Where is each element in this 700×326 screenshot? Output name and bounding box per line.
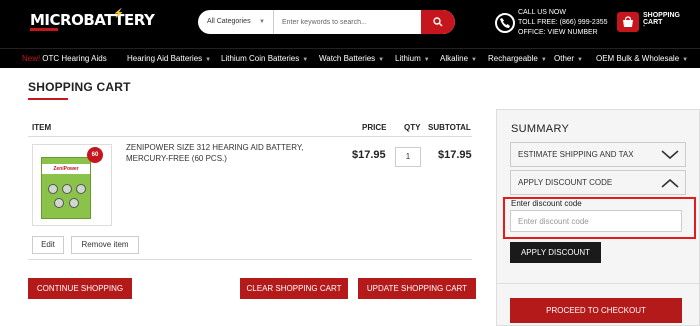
nav-item-label: Lithium xyxy=(395,54,421,63)
site-logo[interactable]: MICROBATTERY xyxy=(30,11,155,29)
cart-icon[interactable] xyxy=(617,12,639,32)
cart-label[interactable]: SHOPPING CART xyxy=(643,12,700,26)
nav-item-oem-bulk-wholesale[interactable]: OEM Bulk & Wholesale ▼ xyxy=(596,49,688,69)
column-header-subtotal: SUBTOTAL xyxy=(428,123,471,132)
cart-count: - xyxy=(643,23,646,30)
contact-office[interactable]: OFFICE: VIEW NUMBER xyxy=(518,28,608,38)
new-badge: New! xyxy=(22,54,41,63)
battery-cell xyxy=(48,184,58,194)
column-header-qty: QTY xyxy=(404,123,421,132)
product-brand: ZeniPower xyxy=(42,164,90,174)
product-price: $17.95 xyxy=(352,149,386,161)
battery-cell xyxy=(69,198,79,208)
continue-shopping-button[interactable]: CONTINUE SHOPPING xyxy=(28,278,132,299)
page-title: SHOPPING CART xyxy=(28,80,131,94)
chevron-down-icon: ▼ xyxy=(577,57,583,63)
chevron-up-icon xyxy=(661,178,679,188)
logo-bolt-icon: ⚡ xyxy=(113,8,125,18)
title-underline xyxy=(28,98,68,100)
pack-count-badge: 60 xyxy=(87,147,103,163)
estimate-shipping-label: ESTIMATE SHIPPING AND TAX xyxy=(518,150,634,159)
contact-line-1: CALL US NOW xyxy=(518,9,566,16)
nav-item-label: Other xyxy=(554,54,575,63)
nav-item-watch-batteries[interactable]: Watch Batteries ▼ xyxy=(319,49,384,69)
update-cart-button[interactable]: UPDATE SHOPPING CART xyxy=(358,278,476,299)
search-bar: All Categories ▼ xyxy=(198,10,455,34)
logo-underline xyxy=(30,28,58,31)
column-header-item: ITEM xyxy=(32,123,52,132)
nav-item-label: Alkaline xyxy=(440,54,469,63)
category-select[interactable]: All Categories ▼ xyxy=(198,10,274,34)
product-box: ZeniPower xyxy=(41,157,91,219)
chevron-down-icon: ▼ xyxy=(682,57,689,63)
nav-item-alkaline[interactable]: Alkaline ▼ xyxy=(440,49,477,69)
summary-divider xyxy=(496,283,700,284)
search-button[interactable] xyxy=(421,10,455,34)
proceed-to-checkout-button[interactable]: PROCEED TO CHECKOUT xyxy=(510,298,682,323)
summary-title: SUMMARY xyxy=(511,123,570,135)
search-input[interactable] xyxy=(274,10,422,34)
battery-cell xyxy=(54,198,64,208)
contact-phone[interactable]: TOLL FREE: (866) 999-2355 xyxy=(518,18,608,28)
nav-item-otc-hearing-aids[interactable]: New! OTC Hearing Aids xyxy=(22,49,107,69)
quantity-input[interactable]: 1 xyxy=(395,147,421,167)
product-subtotal: $17.95 xyxy=(438,149,472,161)
nav-item-label: Hearing Aid Batteries xyxy=(127,54,203,63)
nav-item-label: Rechargeable xyxy=(488,54,538,63)
estimate-shipping-toggle[interactable]: ESTIMATE SHIPPING AND TAX xyxy=(510,142,686,167)
nav-item-label: Lithium Coin Batteries xyxy=(221,54,300,63)
chevron-down-icon: ▼ xyxy=(259,19,265,25)
product-image[interactable]: ZeniPower 60 xyxy=(32,144,112,226)
remove-item-button[interactable]: Remove item xyxy=(71,236,139,254)
row-divider xyxy=(28,259,472,260)
battery-cell xyxy=(76,184,86,194)
clear-cart-button[interactable]: CLEAR SHOPPING CART xyxy=(240,278,348,299)
discount-field-label: Enter discount code xyxy=(511,199,582,208)
site-header: MICROBATTERY ⚡ All Categories ▼ CALL US … xyxy=(0,0,700,48)
nav-item-lithium[interactable]: Lithium ▼ xyxy=(395,49,430,69)
chevron-down-icon: ▼ xyxy=(423,57,430,63)
category-select-label: All Categories xyxy=(207,18,251,25)
column-header-price: PRICE xyxy=(362,123,387,132)
nav-item-rechargeable[interactable]: Rechargeable ▼ xyxy=(488,49,547,69)
chevron-down-icon: ▼ xyxy=(302,57,309,63)
chevron-down-icon: ▼ xyxy=(205,57,212,63)
discount-code-input[interactable] xyxy=(510,210,682,232)
battery-cell xyxy=(62,184,72,194)
nav-item-label: Watch Batteries xyxy=(319,54,376,63)
table-header-divider xyxy=(28,136,472,137)
apply-discount-toggle[interactable]: APPLY DISCOUNT CODE xyxy=(510,170,686,195)
nav-item-hearing-aid-batteries[interactable]: Hearing Aid Batteries ▼ xyxy=(127,49,211,69)
chevron-down-icon: ▼ xyxy=(378,57,385,63)
chevron-down-icon: ▼ xyxy=(540,57,547,63)
nav-item-lithium-coin-batteries[interactable]: Lithium Coin Batteries ▼ xyxy=(221,49,308,69)
main-nav: New! OTC Hearing Aids Hearing Aid Batteri… xyxy=(0,48,700,68)
nav-item-label: OTC Hearing Aids xyxy=(42,54,107,63)
edit-item-button[interactable]: Edit xyxy=(32,236,64,254)
nav-item-label: OEM Bulk & Wholesale xyxy=(596,54,680,63)
search-icon xyxy=(433,17,443,27)
apply-discount-code-label: APPLY DISCOUNT CODE xyxy=(518,178,613,187)
chevron-down-icon: ▼ xyxy=(471,57,477,63)
chevron-down-icon xyxy=(661,150,679,160)
contact-info: CALL US NOW TOLL FREE: (866) 999-2355 OF… xyxy=(518,8,608,38)
phone-icon xyxy=(495,13,515,33)
apply-discount-button[interactable]: APPLY DISCOUNT xyxy=(510,242,601,263)
product-name[interactable]: ZENIPOWER SIZE 312 HEARING AID BATTERY, … xyxy=(126,142,346,164)
nav-item-other[interactable]: Other ▼ xyxy=(554,49,583,69)
